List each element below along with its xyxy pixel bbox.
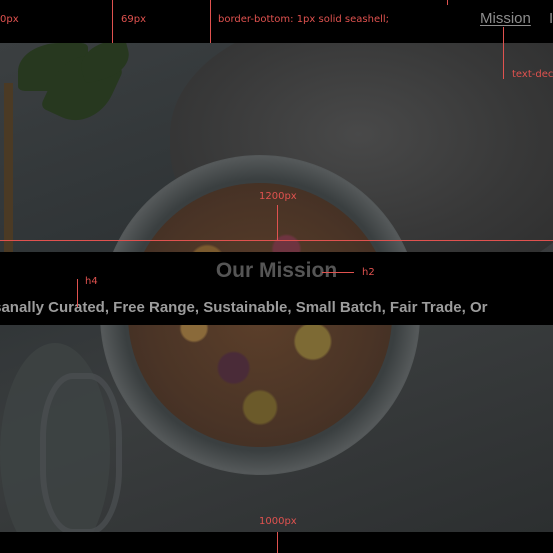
mission-heading: Our Mission	[215, 259, 338, 282]
annotation-line	[77, 279, 78, 307]
annotation-border-bottom: border-bottom: 1px solid seashell;	[218, 14, 390, 25]
mission-tagline: ed, Artisanally Curated, Free Range, Sus…	[0, 299, 488, 316]
annotation-line	[322, 272, 354, 273]
nav-link-next[interactable]: I	[549, 10, 553, 27]
annotation-left-offset: 0px	[0, 14, 19, 25]
annotation-line	[112, 0, 113, 43]
annotation-h2: h2	[362, 267, 375, 278]
annotation-line	[503, 27, 504, 79]
annotation-width-1200: 1200px	[259, 191, 297, 202]
annotation-text-decoration: text-dec	[512, 69, 553, 80]
annotation-line	[277, 532, 278, 553]
page: Our Mission ed, Artisanally Curated, Fre…	[0, 0, 553, 553]
annotation-line	[447, 0, 448, 5]
annotation-line	[0, 240, 553, 241]
annotation-line	[210, 0, 211, 43]
jar-clip-image	[40, 373, 122, 532]
annotation-h4: h4	[85, 276, 98, 287]
annotation-line	[277, 205, 278, 241]
nav-link-mission[interactable]: Mission	[480, 10, 531, 27]
annotation-width-1000: 1000px	[259, 516, 297, 527]
annotation-width-69: 69px	[121, 14, 146, 25]
